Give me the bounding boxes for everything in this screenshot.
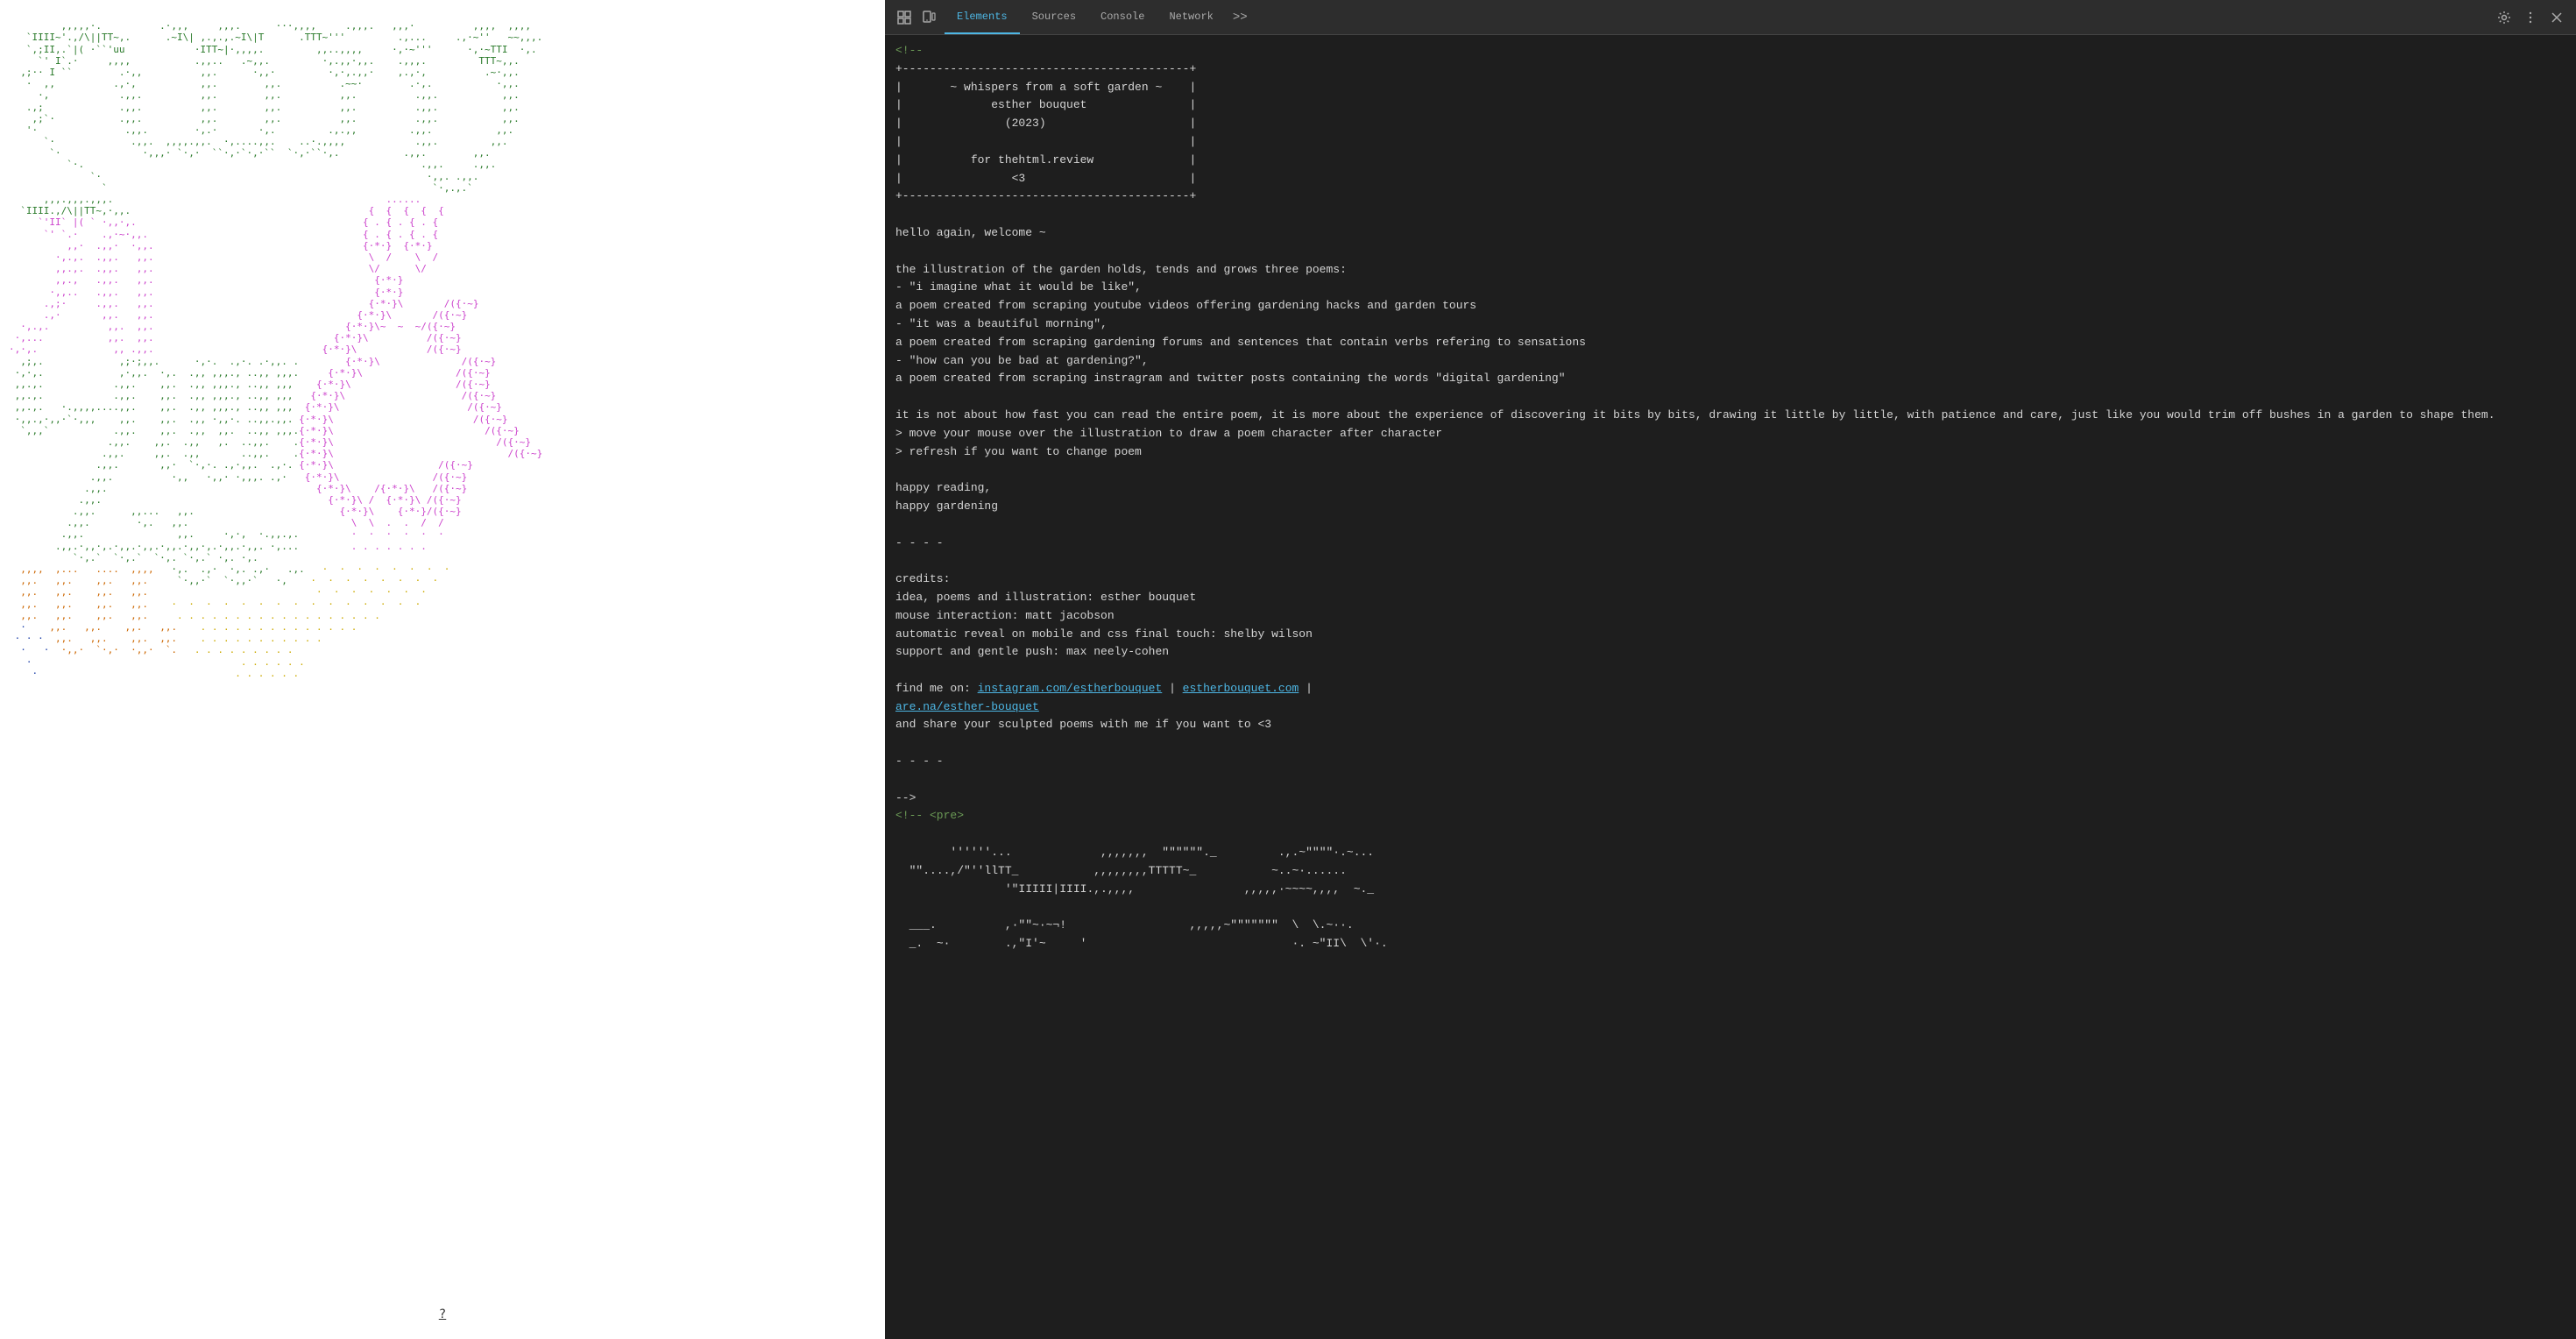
devtools-close-icon[interactable] xyxy=(2544,5,2569,30)
devtools-toolbar: Elements Sources Console Network >> xyxy=(885,0,2576,35)
tab-network[interactable]: Network xyxy=(1157,0,1225,34)
devtools-right-icons xyxy=(2492,5,2569,30)
tab-console[interactable]: Console xyxy=(1088,0,1157,34)
devtools-tabs: Elements Sources Console Network >> xyxy=(945,0,1255,34)
devtools-inspect-icon[interactable] xyxy=(892,5,916,30)
ascii-art-panel: ,,,,,·. .·,,, ,,,. ···,,,, .,,,. ,,,· ,,… xyxy=(0,0,885,1339)
devtools-device-icon[interactable] xyxy=(916,5,941,30)
page-number: ? xyxy=(439,1307,446,1321)
tab-elements[interactable]: Elements xyxy=(945,0,1020,34)
devtools-more-icon[interactable] xyxy=(2518,5,2543,30)
tab-sources[interactable]: Sources xyxy=(1020,0,1088,34)
devtools-panel: Elements Sources Console Network >> xyxy=(885,0,2576,1339)
tab-more[interactable]: >> xyxy=(1226,0,1255,34)
ascii-art-content: ,,,,,·. .·,,, ,,,. ···,,,, .,,,. ,,,· ,,… xyxy=(0,0,885,1339)
devtools-content[interactable]: <!-- +----------------------------------… xyxy=(885,35,2576,1339)
devtools-settings-icon[interactable] xyxy=(2492,5,2516,30)
